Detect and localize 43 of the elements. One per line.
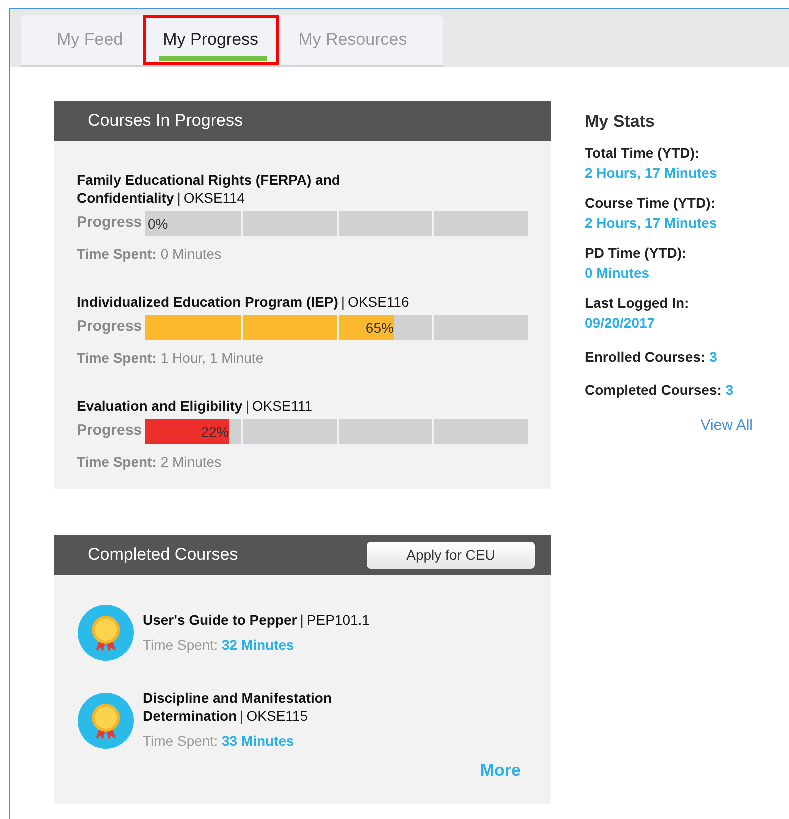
stat-value: 09/20/2017 <box>585 314 656 332</box>
medal-icon <box>78 692 134 748</box>
tab[interactable]: My Feed <box>37 15 144 65</box>
section-header: Courses In Progress <box>54 101 551 141</box>
apply-button[interactable]: Apply for CEU <box>367 542 535 568</box>
view-all-link[interactable]: View All <box>700 414 753 437</box>
course-title: Individualized Education Program (IEP)|OKSE116 <box>77 293 410 311</box>
stat-label: PD Time (YTD): <box>585 244 688 262</box>
time-label: Time Spent: <box>77 349 157 368</box>
stat-label: Enrolled Courses: <box>585 348 706 366</box>
progress-label: Progress <box>77 317 144 338</box>
stats-title: My Stats <box>585 111 656 133</box>
tab[interactable]: My Progress <box>143 15 279 65</box>
tab[interactable]: My Resources <box>278 15 428 65</box>
progress-label: Progress <box>77 213 144 234</box>
progress-reading: 65% <box>366 319 394 338</box>
stat-label: Completed Courses: <box>585 380 722 400</box>
time-label: Time Spent: <box>143 732 218 751</box>
stat-value: 2 Hours, 17 Minutes <box>585 214 718 232</box>
stat-value: 3 <box>710 348 718 366</box>
more-link[interactable]: More <box>480 758 521 784</box>
course-title: Evaluation and Eligibility|OKSE111 <box>77 397 314 415</box>
stat-value: 2 Hours, 17 Minutes <box>585 164 718 182</box>
course-title: Family Educational Rights (FERPA) and Confidentiality|OKSE114 <box>77 171 342 207</box>
time-value: 33 Minutes <box>222 732 294 751</box>
time-value: 32 Minutes <box>222 636 294 654</box>
progress-reading: 22% <box>201 423 230 442</box>
course-title: User's Guide to Pepper|PEP101.1 <box>143 610 371 628</box>
stat-label: Total Time (YTD): <box>585 144 701 162</box>
stat-value: 0 Minutes <box>585 264 651 282</box>
stat-label: Course Time (YTD): <box>585 194 716 212</box>
progress-label: Progress <box>77 421 144 442</box>
time-label: Time Spent: <box>77 453 157 472</box>
stat-label: Last Logged In: <box>585 294 690 312</box>
time-label: Time Spent: <box>143 636 218 655</box>
course-title: Discipline and Manifestation Determination|OKSE115 <box>143 689 334 725</box>
time-value: 1 Hour, 1 Minute <box>160 349 264 368</box>
time-label: Time Spent: <box>77 245 157 264</box>
time-value: 0 Minutes <box>160 245 222 264</box>
section-title: Completed Courses <box>88 544 238 566</box>
time-value: 2 Minutes <box>160 453 222 472</box>
stat-value: 3 <box>726 380 734 400</box>
medal-icon <box>78 605 134 661</box>
